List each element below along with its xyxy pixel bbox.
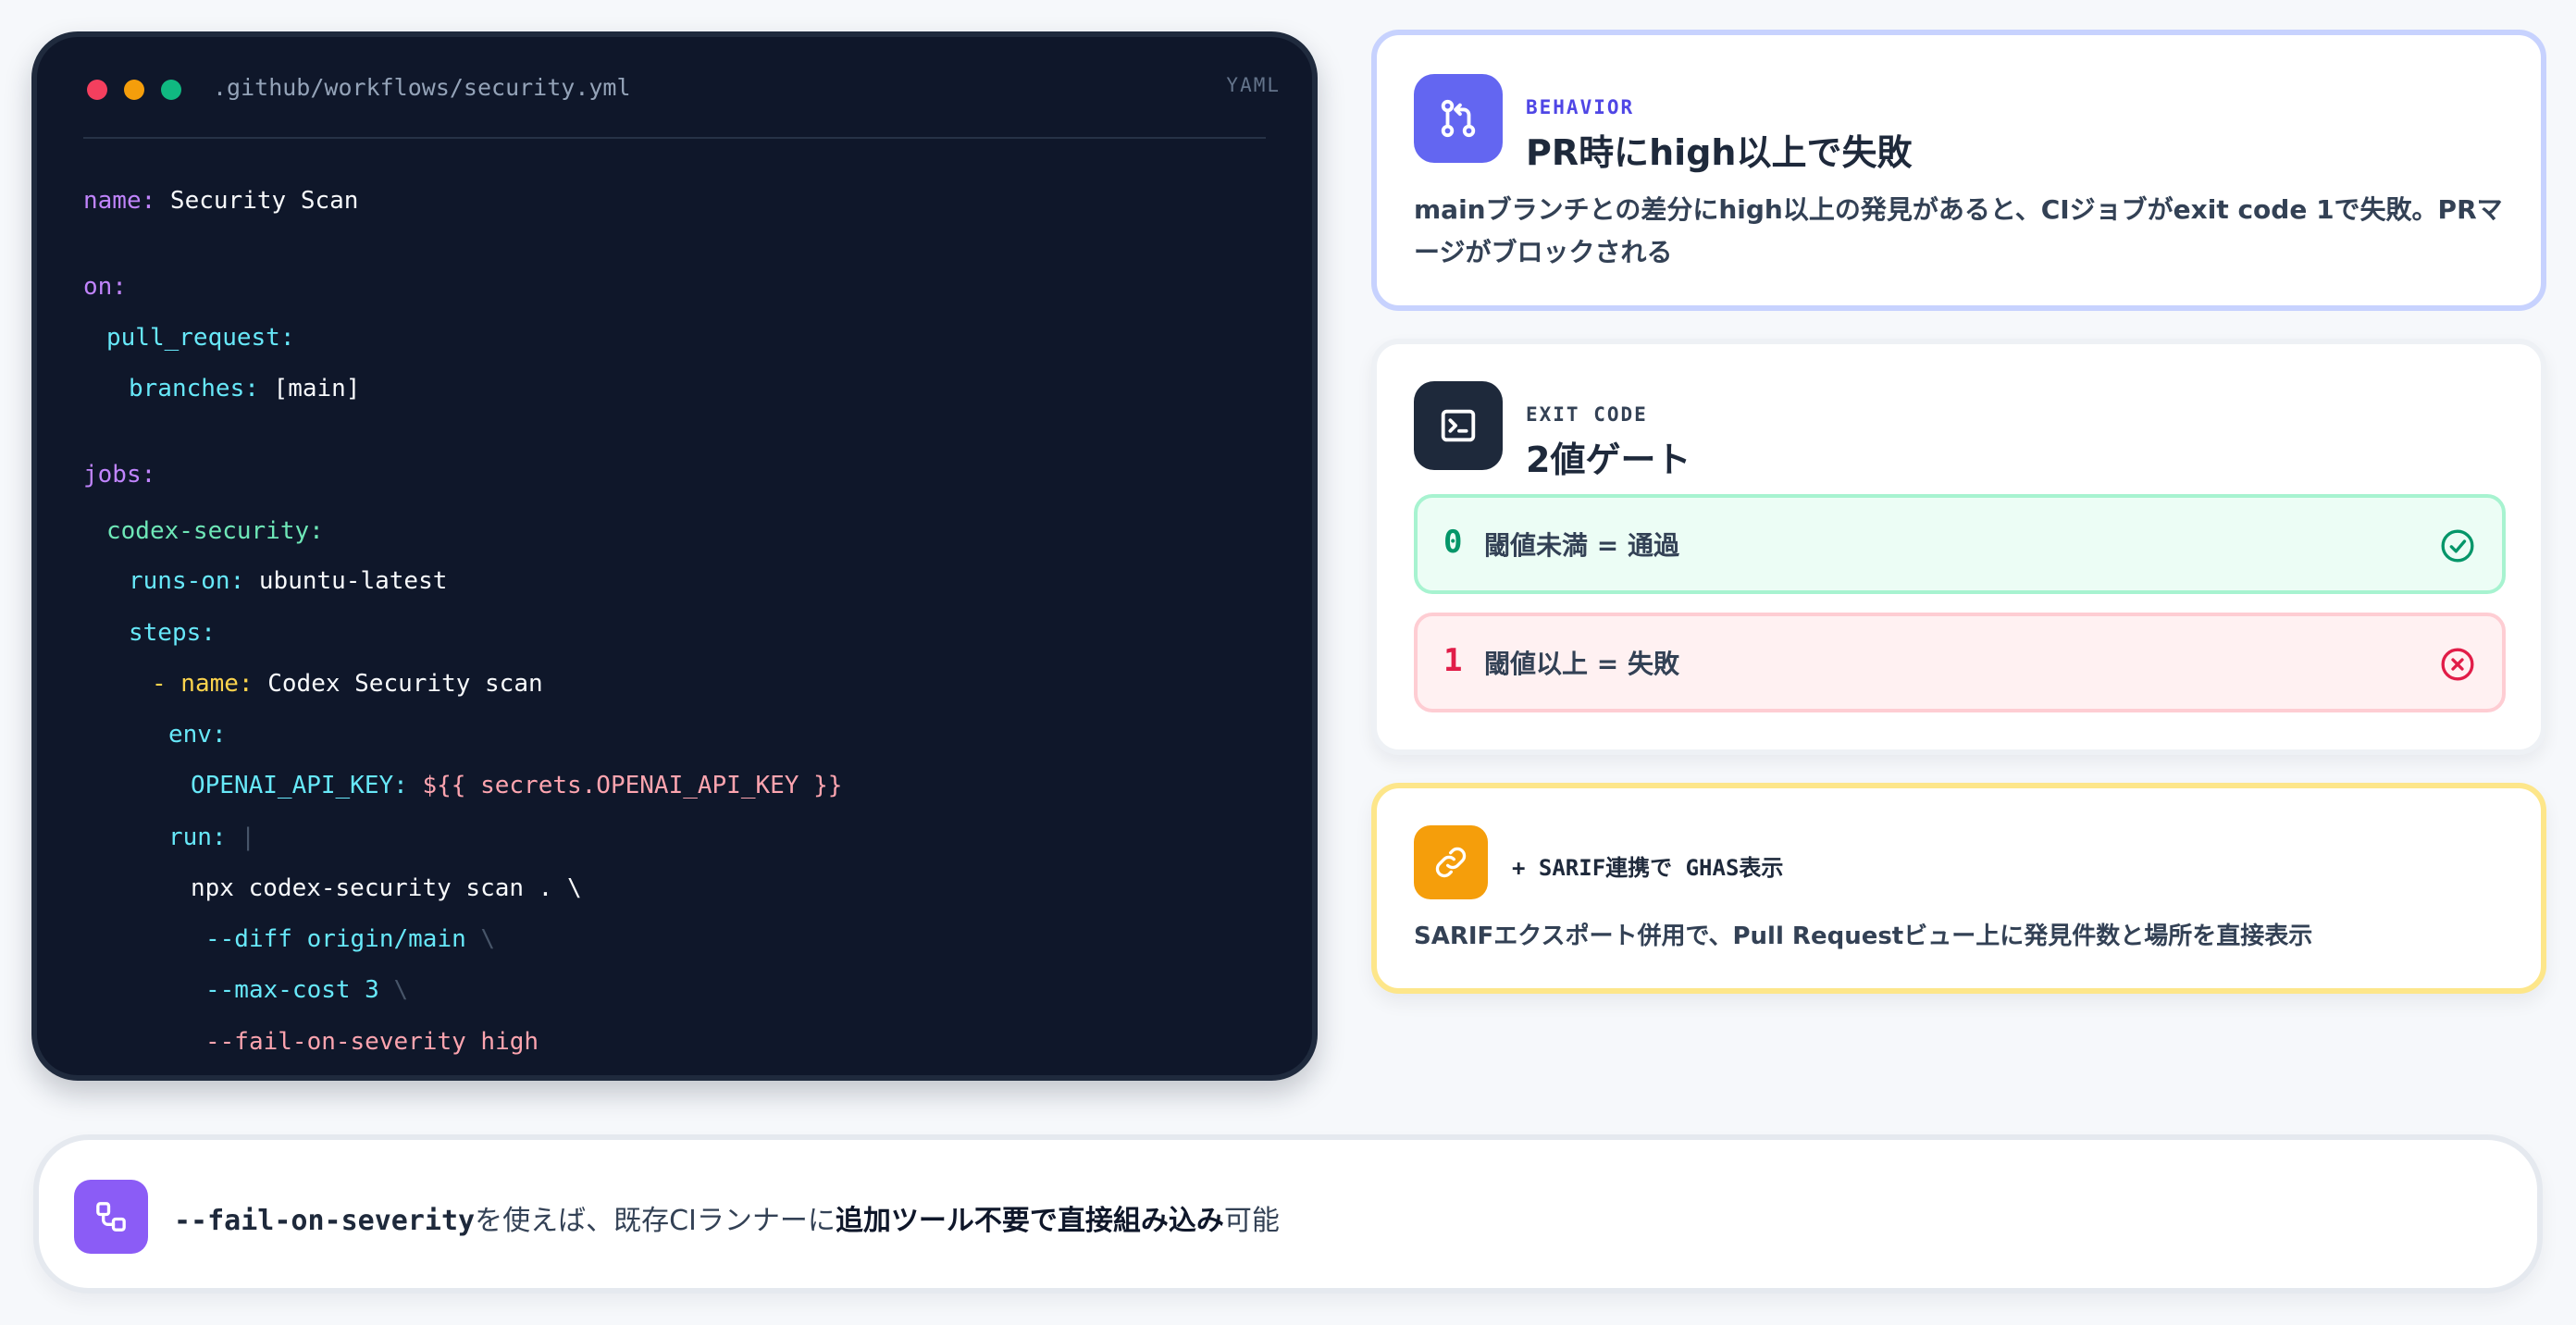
- yaml-code-card: .github/workflows/security.yml YAML name…: [31, 31, 1318, 1081]
- footer-text-part: を使えば、既存CIランナーに: [475, 1205, 836, 1237]
- code-line: jobs:: [83, 459, 155, 490]
- code-line: runs-on: ubuntu-latest: [129, 565, 447, 597]
- code-line: OPENAI_API_KEY: ${{ secrets.OPENAI_API_K…: [191, 770, 842, 801]
- yaml-key: codex-security:: [106, 517, 324, 545]
- footer-text-part: 可能: [1223, 1205, 1280, 1237]
- exit-code-card: EXIT CODE 2値ゲート 0 閾値未満 = 通過 1 閾値以上 = 失敗: [1371, 339, 2546, 755]
- code-line: branches: [main]: [129, 373, 360, 404]
- sarif-description: SARIFエクスポート併用で、Pull Requestビュー上に発見件数と場所を…: [1414, 923, 2313, 950]
- exit-code-label: 閾値未満 = 通過: [1484, 530, 1679, 561]
- workflow-icon: [74, 1180, 148, 1254]
- code-line: on:: [83, 271, 127, 303]
- terminal-icon: [1414, 381, 1503, 470]
- yaml-key: jobs:: [83, 461, 156, 489]
- code-line: --max-cost 3 \: [205, 974, 408, 1006]
- yaml-value: ubuntu-latest: [244, 567, 448, 595]
- check-circle-icon: [2441, 529, 2474, 563]
- footer-message: --fail-on-severityを使えば、既存CIランナーに追加ツール不要で…: [174, 1197, 1280, 1238]
- yaml-key: steps:: [129, 619, 216, 647]
- exit-code-label: 閾値以上 = 失敗: [1484, 649, 1679, 679]
- code-line: env:: [168, 719, 227, 750]
- exit-code-fail-row: 1 閾値以上 = 失敗: [1414, 613, 2506, 712]
- yaml-key: pull_request:: [106, 324, 295, 352]
- yaml-key: on:: [83, 273, 127, 301]
- code-line: steps:: [129, 617, 216, 649]
- behavior-title: PR時にhigh以上で失敗: [1526, 132, 1913, 173]
- sarif-title: + SARIF連携で GHAS表示: [1512, 855, 1784, 881]
- git-pull-request-icon: [1414, 74, 1503, 163]
- yaml-value: npx codex-security scan . \: [191, 874, 582, 902]
- yaml-key: run:: [168, 823, 227, 851]
- behavior-card: BEHAVIOR PR時にhigh以上で失敗 mainブランチとの差分にhigh…: [1371, 30, 2546, 311]
- yaml-key: branches:: [129, 375, 259, 402]
- code-line: codex-security:: [106, 515, 324, 547]
- yaml-key: OPENAI_API_KEY:: [191, 772, 408, 799]
- yaml-value: Security Scan: [155, 187, 359, 215]
- cli-flag: --diff origin/main: [205, 925, 466, 953]
- cli-flag: --max-cost 3: [205, 976, 379, 1004]
- code-line: --fail-on-severity high: [205, 1026, 539, 1058]
- code-line: --diff origin/main \: [205, 923, 495, 955]
- exit-code-eyebrow: EXIT CODE: [1526, 403, 1648, 426]
- yaml-value: |: [226, 823, 255, 851]
- code-header-divider: [83, 78, 1266, 139]
- yaml-key: runs-on:: [129, 567, 245, 595]
- yaml-key: name:: [83, 187, 156, 215]
- exit-code-pass-row: 0 閾値未満 = 通過: [1414, 494, 2506, 594]
- code-line: pull_request:: [106, 322, 295, 353]
- exit-code-value: 1: [1443, 642, 1463, 679]
- yaml-value: ${{ secrets.OPENAI_API_KEY }}: [407, 772, 843, 799]
- footer-flag: --fail-on-severity: [174, 1205, 476, 1237]
- yaml-key: env:: [168, 721, 227, 749]
- yaml-value: \: [378, 976, 409, 1004]
- behavior-description: mainブランチとの差分にhigh以上の発見があると、CIジョブがexit co…: [1414, 194, 2503, 267]
- sarif-card: + SARIF連携で GHAS表示 SARIFエクスポート併用で、Pull Re…: [1371, 783, 2546, 994]
- code-line: npx codex-security scan . \: [191, 873, 582, 904]
- link-icon: [1414, 825, 1488, 899]
- yaml-key: - name:: [152, 670, 254, 698]
- footer-banner: --fail-on-severityを使えば、既存CIランナーに追加ツール不要で…: [33, 1134, 2543, 1294]
- code-line: - name: Codex Security scan: [152, 668, 543, 700]
- behavior-eyebrow: BEHAVIOR: [1526, 96, 1635, 118]
- yaml-value: \: [465, 925, 496, 953]
- exit-code-value: 0: [1443, 524, 1463, 561]
- exit-code-title: 2値ゲート: [1526, 440, 1691, 480]
- code-line: name: Security Scan: [83, 185, 358, 217]
- yaml-value: Codex Security scan: [253, 670, 543, 698]
- x-circle-icon: [2441, 648, 2474, 681]
- cli-flag: --fail-on-severity high: [205, 1028, 539, 1056]
- footer-emphasis: 追加ツール不要で直接組み込み: [835, 1205, 1224, 1237]
- code-line: run: |: [168, 822, 255, 853]
- yaml-value: [main]: [258, 375, 361, 402]
